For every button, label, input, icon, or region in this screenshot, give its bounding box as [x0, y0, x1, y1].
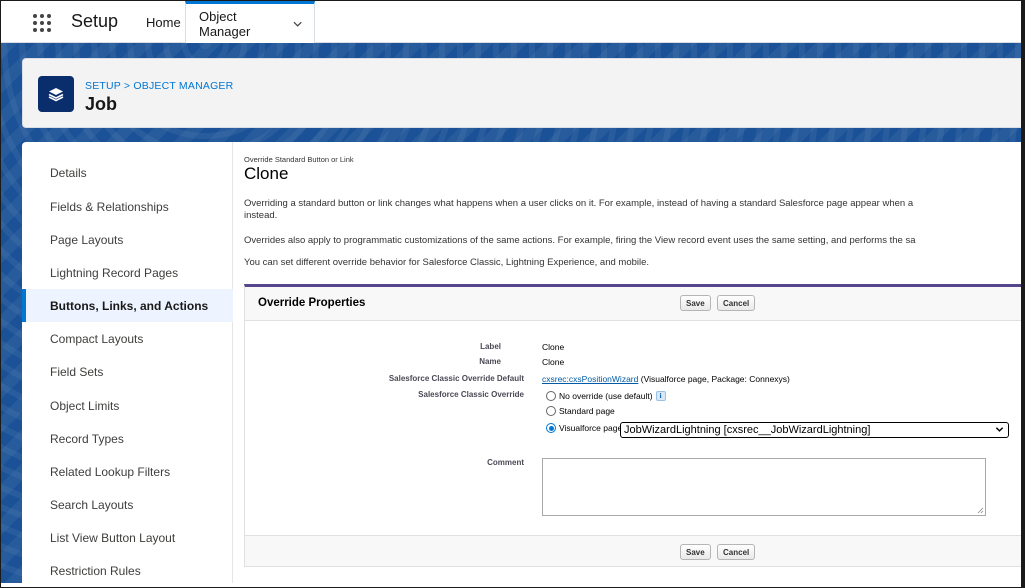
divider — [245, 535, 1021, 536]
option-standard-page-label: Standard page — [559, 406, 615, 416]
description-programmatic: Overrides also apply to programmatic cus… — [244, 235, 916, 246]
option-no-override-label: No override (use default) — [559, 391, 653, 401]
visualforce-page-select[interactable]: JobWizardLightning [cxsrec__JobWizardLig… — [620, 422, 1009, 438]
radio-visualforce-page[interactable] — [546, 423, 556, 433]
description-line-1: Overriding a standard button or link cha… — [244, 198, 914, 209]
sidebar-item-lightning-record-pages[interactable]: Lightning Record Pages — [22, 256, 233, 289]
chevron-down-icon[interactable] — [293, 19, 302, 29]
classic-override-label: Salesforce Classic Override — [418, 390, 524, 399]
name-field-label: Name — [479, 357, 501, 366]
classic-default-label: Salesforce Classic Override Default — [388, 374, 524, 383]
sidebar-item-compact-layouts[interactable]: Compact Layouts — [22, 322, 233, 355]
sidebar-item-related-lookup-filters[interactable]: Related Lookup Filters — [22, 455, 233, 488]
sidebar-item-fields-relationships[interactable]: Fields & Relationships — [22, 190, 233, 223]
main-card: Details Fields & Relationships Page Layo… — [22, 142, 1021, 583]
save-button-bottom[interactable]: Save — [680, 544, 711, 560]
sidebar-item-object-limits[interactable]: Object Limits — [22, 389, 233, 422]
page-header: SETUP > OBJECT MANAGER Job — [22, 58, 1021, 128]
sidebar-item-details[interactable]: Details — [22, 156, 233, 189]
breadcrumb[interactable]: SETUP > OBJECT MANAGER — [85, 80, 233, 92]
cancel-button-bottom[interactable]: Cancel — [717, 544, 756, 560]
label-field-value: Clone — [542, 342, 565, 352]
description-platforms: You can set different override behavior … — [244, 257, 650, 268]
sidebar-item-list-view-button-layout[interactable]: List View Button Layout — [22, 521, 233, 554]
cancel-button-top[interactable]: Cancel — [717, 295, 756, 311]
sidebar-item-search-layouts[interactable]: Search Layouts — [22, 488, 233, 521]
option-no-override[interactable]: No override (use default) i — [546, 391, 666, 401]
tab-object-manager[interactable]: Object Manager — [185, 1, 315, 43]
classic-default-suffix: (Visualforce page, Package: Connexys) — [640, 374, 790, 384]
panel-title: Override Properties — [258, 297, 366, 309]
radio-standard-page[interactable] — [546, 406, 556, 416]
option-visualforce-page[interactable]: Visualforce page — [546, 423, 622, 433]
comment-textarea[interactable] — [542, 458, 986, 516]
info-icon[interactable]: i — [655, 391, 666, 401]
save-button-top[interactable]: Save — [680, 295, 711, 311]
content-area: Override Standard Button or Link Clone O… — [244, 142, 1021, 583]
classic-default-value: cxsrec:cxsPositionWizard (Visualforce pa… — [542, 374, 790, 384]
visualforce-page-select-value: JobWizardLightning [cxsrec__JobWizardLig… — [624, 424, 871, 436]
chevron-down-icon — [995, 427, 1004, 432]
classic-default-link[interactable]: cxsrec:cxsPositionWizard — [542, 374, 638, 384]
app-launcher-icon[interactable] — [33, 14, 51, 32]
override-title: Clone — [244, 164, 289, 183]
sidebar-item-field-sets[interactable]: Field Sets — [22, 355, 233, 388]
name-field-value: Clone — [542, 357, 565, 367]
layers-icon — [38, 76, 74, 112]
option-visualforce-page-label: Visualforce page — [559, 423, 623, 433]
option-standard-page[interactable]: Standard page — [546, 406, 615, 416]
app-frame: Setup Home Object Manager SETUP > OBJECT… — [0, 0, 1025, 588]
resize-grip-icon[interactable] — [977, 507, 984, 514]
sidebar-item-restriction-rules[interactable]: Restriction Rules — [22, 554, 233, 587]
object-sidebar: Details Fields & Relationships Page Layo… — [22, 142, 233, 583]
sidebar-item-buttons-links-actions[interactable]: Buttons, Links, and Actions — [22, 289, 233, 322]
sidebar-item-page-layouts[interactable]: Page Layouts — [22, 223, 233, 256]
page-title: Job — [85, 94, 118, 114]
radio-no-override[interactable] — [546, 391, 556, 401]
page-subtitle: Override Standard Button or Link — [244, 155, 354, 164]
tab-home[interactable]: Home — [134, 1, 193, 43]
description-line-2: instead. — [244, 210, 278, 221]
comment-label: Comment — [487, 458, 524, 467]
sidebar-item-record-types[interactable]: Record Types — [22, 422, 233, 455]
app-name: Setup — [71, 11, 119, 31]
label-field-label: Label — [480, 342, 501, 351]
tab-object-manager-label: Object Manager — [199, 8, 251, 39]
global-header: Setup Home Object Manager — [1, 1, 1021, 43]
